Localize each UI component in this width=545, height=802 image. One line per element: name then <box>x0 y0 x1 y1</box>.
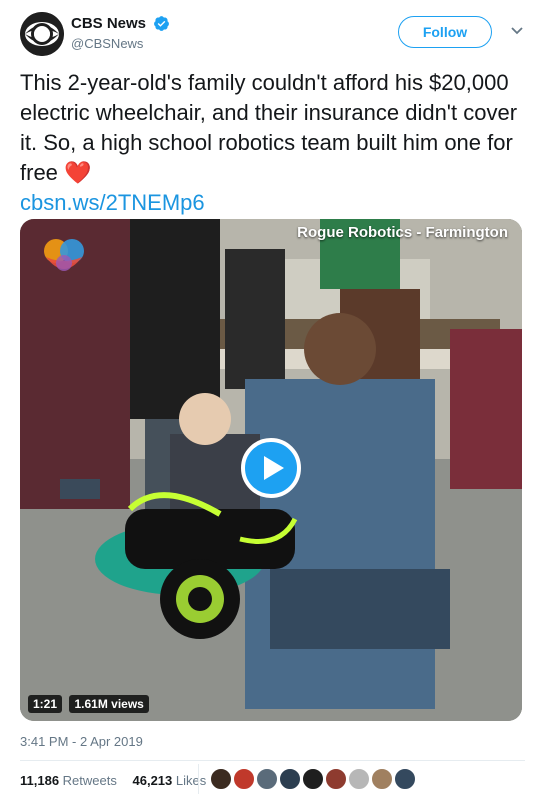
follow-button[interactable]: Follow <box>398 16 492 48</box>
liker-avatar[interactable] <box>279 768 301 790</box>
tweet-body: This 2-year-old's family couldn't afford… <box>20 70 518 185</box>
liker-avatar[interactable] <box>325 768 347 790</box>
video-views: 1.61M views <box>69 695 149 713</box>
likes-stat[interactable]: 46,213 Likes <box>133 773 207 788</box>
cbs-logo-avatar[interactable] <box>20 12 64 56</box>
retweets-count: 11,186 <box>20 773 60 788</box>
red-heart-emoji: ❤️ <box>64 160 92 185</box>
tweet-link[interactable]: cbsn.ws/2TNEMp6 <box>20 188 525 218</box>
tweet-stats: 11,186 Retweets 46,213 Likes <box>20 773 218 788</box>
author-names[interactable]: CBS News @CBSNews <box>71 15 170 51</box>
liker-avatar[interactable] <box>394 768 416 790</box>
stats-separator <box>198 764 199 794</box>
divider <box>20 760 525 761</box>
tweet-text: This 2-year-old's family couldn't afford… <box>20 68 525 218</box>
liker-avatars <box>210 768 417 794</box>
tweet-timestamp[interactable]: 3:41 PM - 2 Apr 2019 <box>20 734 143 749</box>
liker-avatar[interactable] <box>233 768 255 790</box>
author-display-name[interactable]: CBS News <box>71 15 146 32</box>
liker-avatar[interactable] <box>371 768 393 790</box>
retweets-stat[interactable]: 11,186 Retweets <box>20 773 117 788</box>
liker-avatar[interactable] <box>256 768 278 790</box>
likes-label: Likes <box>175 773 207 788</box>
chevron-down-icon[interactable] <box>508 22 526 40</box>
play-icon <box>264 456 284 480</box>
likes-count: 46,213 <box>132 773 173 788</box>
video-watermark: Rogue Robotics - Farmington <box>297 224 508 241</box>
play-button[interactable] <box>241 438 301 498</box>
liker-avatar[interactable] <box>348 768 370 790</box>
retweets-label: Retweets <box>62 773 117 788</box>
colorful-heart-logo-icon <box>44 239 84 271</box>
video-info-badges: 1:21 1.61M views <box>28 695 152 713</box>
author-handle[interactable]: @CBSNews <box>71 36 170 51</box>
tweet-header: CBS News @CBSNews Follow <box>20 12 530 56</box>
verified-badge-icon <box>154 16 170 32</box>
liker-avatar[interactable] <box>302 768 324 790</box>
video-player[interactable]: Rogue Robotics - Farmington 1:21 1.61M v… <box>20 219 522 721</box>
liker-avatar[interactable] <box>210 768 232 790</box>
video-duration: 1:21 <box>28 695 63 713</box>
